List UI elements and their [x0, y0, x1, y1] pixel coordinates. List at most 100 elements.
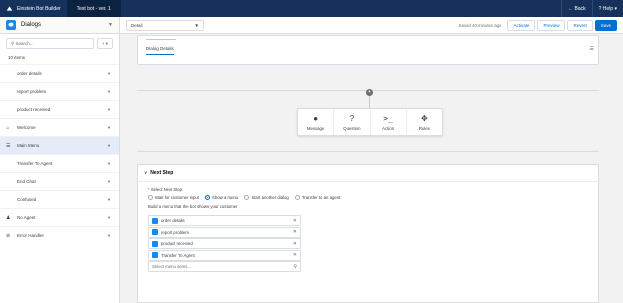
remove-icon[interactable]: ✕: [293, 218, 297, 224]
dialog-icon: [152, 217, 158, 224]
sidebar-title: Dialogs: [21, 22, 42, 28]
radio-button[interactable]: [244, 195, 250, 200]
question-action[interactable]: ? Question: [334, 109, 371, 135]
error-icon: ⊘: [6, 232, 11, 239]
app-title: Einstein Bot Builder: [0, 0, 67, 17]
menu-items-search-input[interactable]: Select menu items... ⚲: [148, 261, 301, 272]
menu-item-row: Transfer To Agent ✕: [148, 249, 301, 261]
chevron-down-icon[interactable]: ▼: [107, 71, 111, 76]
revert-button[interactable]: Revert: [567, 19, 593, 31]
sidebar-item-order-details[interactable]: order details ▼: [0, 64, 119, 82]
connector-line: [369, 96, 370, 108]
action-label: Action: [382, 126, 395, 131]
radio-wait-input[interactable]: Wait for customer input: [148, 195, 199, 200]
sidebar-item-label: product received: [17, 107, 51, 112]
radio-show-menu[interactable]: Show a menu: [205, 195, 238, 200]
chevron-down-icon[interactable]: ▼: [107, 179, 111, 184]
radio-button[interactable]: [294, 195, 300, 200]
message-action[interactable]: ● Message: [298, 109, 335, 135]
chevron-down-icon[interactable]: ∨: [144, 170, 147, 176]
help-button[interactable]: ? Help ▾: [591, 0, 623, 17]
bot-builder-icon: [6, 6, 13, 11]
divider: [146, 39, 176, 40]
preview-button[interactable]: Preview: [537, 19, 566, 31]
sidebar-item-confused[interactable]: Confused ▼: [0, 190, 119, 208]
menu-icon: ☰: [6, 142, 11, 149]
action-label: Rules: [418, 126, 430, 131]
menu-icon[interactable]: ☰: [590, 46, 594, 52]
view-select-value: Detail: [131, 22, 143, 28]
activate-button[interactable]: Activate: [507, 19, 536, 31]
chevron-down-icon: ▼: [194, 22, 199, 28]
chevron-down-icon[interactable]: ▼: [108, 22, 113, 28]
view-select[interactable]: Detail ▼: [126, 19, 204, 31]
select-next-step-label: * Select Next Step: [148, 187, 183, 192]
dialogs-icon: [6, 20, 16, 30]
remove-icon[interactable]: ✕: [293, 241, 297, 247]
app-name: Einstein Bot Builder: [17, 5, 61, 12]
chevron-down-icon[interactable]: ▼: [107, 143, 111, 148]
menu-items-list: order details ✕ report problem ✕ product r…: [148, 215, 301, 272]
chevron-down-icon[interactable]: ▼: [107, 161, 111, 166]
bot-version-label[interactable]: Test bot - ver. 1: [66, 0, 121, 17]
next-step-title: Next Step: [150, 170, 174, 176]
search-placeholder: Search...: [15, 41, 34, 46]
sidebar-item-label: End Chat: [17, 179, 36, 184]
menu-item-row: report problem ✕: [148, 226, 301, 238]
question-icon: ?: [349, 114, 355, 123]
sidebar-search: ⚲ Search... + ▾: [0, 34, 119, 53]
sidebar-item-label: Error Handler: [17, 233, 45, 238]
sidebar-header[interactable]: Dialogs ▼: [0, 17, 119, 34]
save-button[interactable]: Save: [594, 19, 617, 31]
search-placeholder: Select menu items...: [152, 264, 191, 269]
radio-start-dialog[interactable]: Start another dialog: [244, 195, 289, 200]
menu-item-label: product received: [161, 241, 193, 246]
add-dialog-button[interactable]: + ▾: [97, 38, 113, 49]
action-label: Message: [306, 126, 325, 131]
sidebar-item-welcome[interactable]: ⌂ Welcome ▼: [0, 118, 119, 136]
chevron-down-icon[interactable]: ▼: [107, 233, 111, 238]
radio-transfer-agent[interactable]: Transfer to an agent: [294, 195, 340, 200]
help-label: Help: [602, 5, 614, 12]
item-count: 10 items: [8, 55, 26, 60]
add-step-button[interactable]: +: [366, 89, 373, 96]
sidebar-item-end-chat[interactable]: End Chat ▼: [0, 172, 119, 190]
radio-button[interactable]: [148, 195, 153, 200]
tab-dialog-details[interactable]: Dialog Details: [146, 46, 174, 55]
dialog-search-input[interactable]: ⚲ Search...: [6, 38, 94, 49]
radio-label: Wait for customer input: [155, 195, 200, 200]
rules-icon: ✥: [421, 114, 428, 123]
select-label-text: Select Next Step: [150, 187, 183, 192]
action-icon: >_: [383, 114, 393, 123]
back-button[interactable]: ← Back: [561, 0, 592, 17]
chevron-down-icon[interactable]: ▼: [107, 107, 111, 112]
sidebar-item-label: Transfer To Agent: [17, 161, 53, 166]
back-label: Back: [574, 5, 586, 12]
sidebar-item-main-menu[interactable]: ☰ Main Menu ▼: [0, 136, 119, 154]
sidebar-item-transfer-to-agent[interactable]: Transfer To Agent ▼: [0, 154, 119, 172]
editor-toolbar: Detail ▼ Saved 40 minutes ago Activate Pr…: [120, 17, 623, 34]
remove-icon[interactable]: ✕: [293, 252, 297, 258]
message-icon: ●: [313, 114, 319, 123]
radio-button-selected[interactable]: [205, 195, 211, 200]
chevron-down-icon[interactable]: ▼: [107, 215, 111, 220]
sidebar-item-product-received[interactable]: product received ▼: [0, 100, 119, 118]
next-step-header[interactable]: ∨ Next Step: [138, 165, 598, 182]
chevron-down-icon[interactable]: ▼: [107, 89, 111, 94]
top-bar: Einstein Bot Builder Test bot - ver. 1 ←…: [0, 0, 623, 17]
sidebar-item-label: order details: [17, 71, 42, 76]
chevron-down-icon[interactable]: ▼: [107, 197, 111, 202]
radio-label: Start another dialog: [251, 195, 289, 200]
saved-status: Saved 40 minutes ago: [458, 22, 502, 28]
dialog-icon: [152, 240, 158, 247]
sidebar-item-report-problem[interactable]: report problem ▼: [0, 82, 119, 100]
sidebar-item-error-handler[interactable]: ⊘ Error Handler ▼: [0, 226, 119, 244]
action-action[interactable]: >_ Action: [371, 109, 407, 135]
remove-icon[interactable]: ✕: [293, 229, 297, 235]
chevron-down-icon[interactable]: ▼: [107, 125, 111, 130]
step-action-picker: ● Message ? Question >_ Action ✥ Rules: [297, 108, 443, 136]
next-step-card: ∨ Next Step * Select Next Step Wait for …: [137, 164, 599, 303]
rules-action[interactable]: ✥ Rules: [407, 109, 442, 135]
menu-hint: Build a menu that the bot shows your cus…: [148, 204, 238, 209]
sidebar-item-no-agent[interactable]: ♟ No Agent ▼: [0, 208, 119, 226]
